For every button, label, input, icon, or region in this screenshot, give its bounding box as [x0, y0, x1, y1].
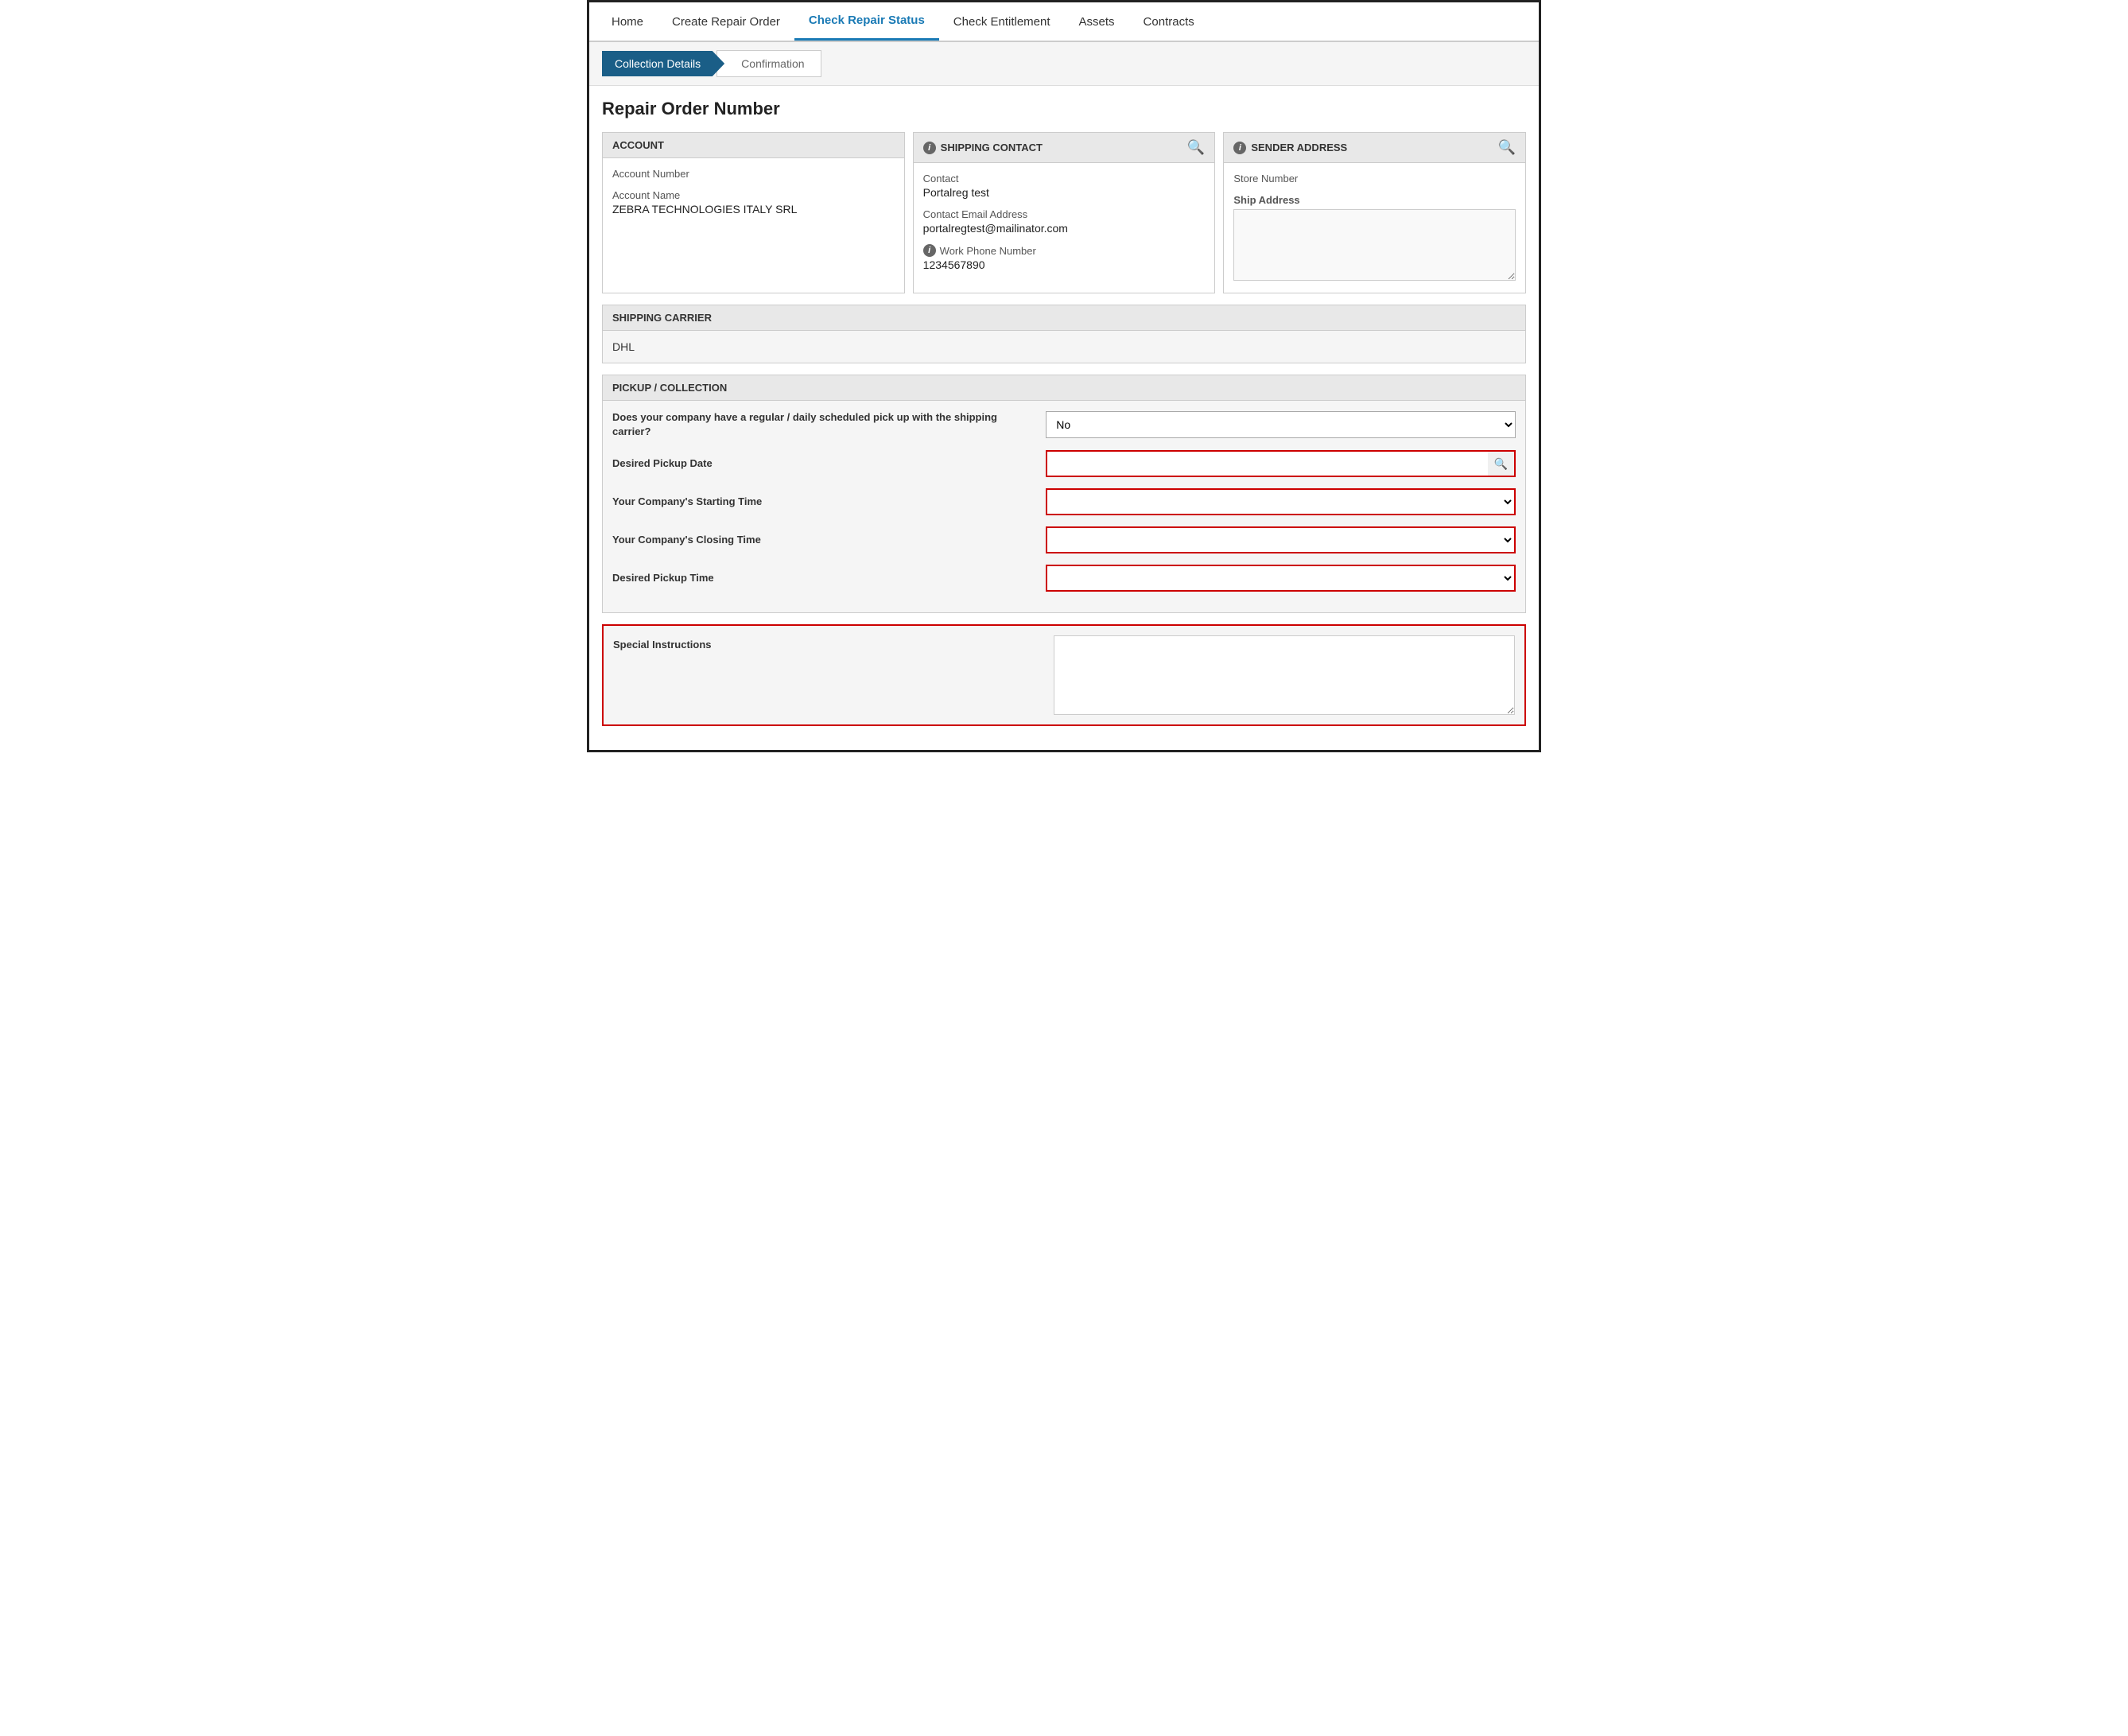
pickup-collection-header: PICKUP / COLLECTION	[603, 375, 1525, 401]
account-name-value: ZEBRA TECHNOLOGIES ITALY SRL	[612, 203, 895, 216]
breadcrumb-collection-details[interactable]: Collection Details	[602, 51, 724, 76]
info-row: ACCOUNT Account Number Account Name ZEBR…	[602, 132, 1526, 293]
closing-time-select[interactable]	[1046, 526, 1516, 553]
shipping-contact-header-label: SHIPPING CONTACT	[941, 142, 1043, 153]
nav-assets[interactable]: Assets	[1065, 4, 1129, 40]
shipping-contact-info-icon: i	[923, 142, 936, 154]
calendar-icon[interactable]: 🔍	[1488, 450, 1516, 477]
contact-value: Portalreg test	[923, 186, 1206, 199]
desired-pickup-time-select[interactable]	[1046, 565, 1516, 592]
nav-check-entitlement[interactable]: Check Entitlement	[939, 4, 1065, 40]
ship-address-label: Ship Address	[1233, 194, 1516, 206]
starting-time-select[interactable]	[1046, 488, 1516, 515]
pickup-collection-section: PICKUP / COLLECTION Does your company ha…	[602, 375, 1526, 613]
regular-pickup-select[interactable]: No Yes	[1046, 411, 1516, 438]
shipping-carrier-value: DHL	[612, 340, 1516, 353]
nav-check-repair-status[interactable]: Check Repair Status	[794, 2, 939, 41]
starting-time-label: Your Company's Starting Time	[612, 495, 1046, 509]
shipping-contact-card: i SHIPPING CONTACT 🔍 Contact Portalreg t…	[913, 132, 1216, 293]
nav-home[interactable]: Home	[597, 4, 658, 40]
sender-address-info-icon: i	[1233, 142, 1246, 154]
breadcrumb-confirmation[interactable]: Confirmation	[716, 50, 821, 77]
special-instructions-label: Special Instructions	[613, 635, 1046, 651]
pickup-date-input[interactable]	[1046, 450, 1487, 477]
account-number-label: Account Number	[612, 168, 895, 180]
sender-address-card: i SENDER ADDRESS 🔍 Store Number Ship Add…	[1223, 132, 1526, 293]
shipping-contact-body: Contact Portalreg test Contact Email Add…	[914, 163, 1215, 290]
closing-time-row: Your Company's Closing Time	[612, 526, 1516, 553]
shipping-carrier-section: SHIPPING CARRIER DHL	[602, 305, 1526, 363]
page-wrapper: Home Create Repair Order Check Repair St…	[587, 0, 1541, 752]
work-phone-label: Work Phone Number	[940, 245, 1036, 257]
work-phone-info-icon: i	[923, 244, 936, 257]
contact-email-label: Contact Email Address	[923, 208, 1206, 220]
account-header-label: ACCOUNT	[612, 139, 664, 151]
special-instructions-section: Special Instructions	[602, 624, 1526, 726]
shipping-contact-header: i SHIPPING CONTACT 🔍	[914, 133, 1215, 163]
nav-contracts[interactable]: Contracts	[1129, 4, 1209, 40]
shipping-contact-search-icon[interactable]: 🔍	[1187, 139, 1205, 156]
breadcrumb-row: Collection Details Confirmation	[589, 42, 1539, 86]
account-card: ACCOUNT Account Number Account Name ZEBR…	[602, 132, 905, 293]
page-title: Repair Order Number	[602, 99, 1526, 119]
special-instructions-textarea[interactable]	[1054, 635, 1515, 715]
account-name-label: Account Name	[612, 189, 895, 201]
regular-pickup-row: Does your company have a regular / daily…	[612, 410, 1516, 439]
work-phone-value: 1234567890	[923, 258, 1206, 271]
contact-email-value: portalregtest@mailinator.com	[923, 222, 1206, 235]
regular-pickup-label: Does your company have a regular / daily…	[612, 410, 1046, 439]
sender-address-search-icon[interactable]: 🔍	[1498, 139, 1516, 156]
sender-address-header: i SENDER ADDRESS 🔍	[1224, 133, 1525, 163]
closing-time-label: Your Company's Closing Time	[612, 533, 1046, 547]
nav-bar: Home Create Repair Order Check Repair St…	[589, 2, 1539, 42]
ship-address-textarea[interactable]	[1233, 209, 1516, 281]
starting-time-row: Your Company's Starting Time	[612, 488, 1516, 515]
sender-address-body: Store Number Ship Address	[1224, 163, 1525, 293]
contact-label: Contact	[923, 173, 1206, 184]
desired-pickup-time-row: Desired Pickup Time	[612, 565, 1516, 592]
main-content: Repair Order Number ACCOUNT Account Numb…	[589, 86, 1539, 750]
account-body: Account Number Account Name ZEBRA TECHNO…	[603, 158, 904, 235]
pickup-date-label: Desired Pickup Date	[612, 456, 1046, 471]
store-number-label: Store Number	[1233, 173, 1516, 184]
shipping-carrier-header: SHIPPING CARRIER	[603, 305, 1525, 331]
pickup-date-row: Desired Pickup Date 🔍	[612, 450, 1516, 477]
pickup-collection-body: Does your company have a regular / daily…	[603, 401, 1525, 612]
sender-address-header-label: SENDER ADDRESS	[1251, 142, 1347, 153]
desired-pickup-time-label: Desired Pickup Time	[612, 571, 1046, 585]
account-header: ACCOUNT	[603, 133, 904, 158]
nav-create-repair-order[interactable]: Create Repair Order	[658, 4, 794, 40]
shipping-carrier-body: DHL	[603, 331, 1525, 363]
